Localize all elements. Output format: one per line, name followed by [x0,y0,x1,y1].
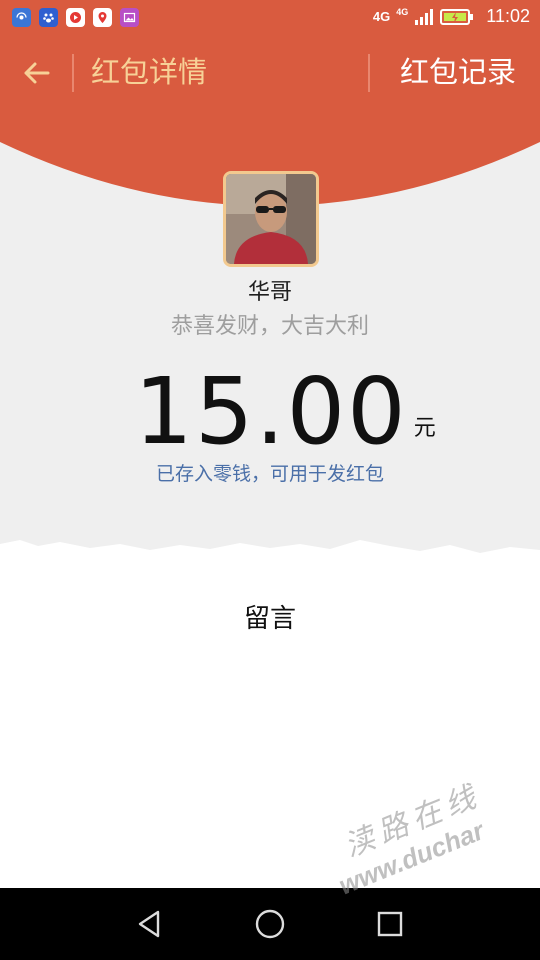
torn-paper-edge [0,540,540,564]
wifi-signal-icon [12,8,31,27]
message-label: 留言 [243,604,296,634]
notification-icons [12,8,139,27]
triangle-back-icon [138,910,160,938]
deposit-note-link[interactable]: 已存入零钱，可用于发红包 [0,459,540,486]
header-divider-right [368,54,370,92]
sender-name: 华哥 [247,280,292,305]
video-play-icon [66,8,85,27]
nav-home-button[interactable] [252,906,288,942]
network-type-label-secondary: 4G [396,7,409,17]
amount-unit: 元 [413,416,436,441]
header-divider [72,54,74,92]
map-pin-icon [93,8,112,27]
red-packet-records-link[interactable]: 红包记录 [400,52,516,92]
clock: 11:02 [486,6,530,26]
status-bar: 4G 4G 11:02 [0,0,540,36]
status-indicators: 4G 4G 11:02 [373,6,530,27]
amount-row: 15.00 元 [0,362,540,462]
greeting-text: 恭喜发财，大吉大利 [170,314,369,339]
signal-strength-icon [414,8,434,26]
page-title: 红包详情 [91,55,208,89]
nav-back-button[interactable] [132,906,168,942]
back-button[interactable] [16,53,56,93]
baidu-paw-icon [39,8,58,27]
circle-home-icon [255,909,285,939]
battery-charging-icon [440,8,474,26]
network-type-label: 4G [372,9,391,24]
header-bar: 红包详情 红包记录 [0,36,540,112]
red-packet-detail-screen: 4G 4G 11:02 红包详情 红包记录 华哥 恭喜发财，大吉大利 15.00… [0,0,540,960]
sender-photo [226,174,316,264]
nav-recents-button[interactable] [372,906,408,942]
arrow-left-icon [24,62,50,84]
avatar[interactable] [223,171,319,267]
photo-gallery-icon [120,8,139,27]
square-recents-icon [377,911,403,937]
navigation-bar [0,888,540,960]
amount-value: 15.00 [134,358,408,465]
